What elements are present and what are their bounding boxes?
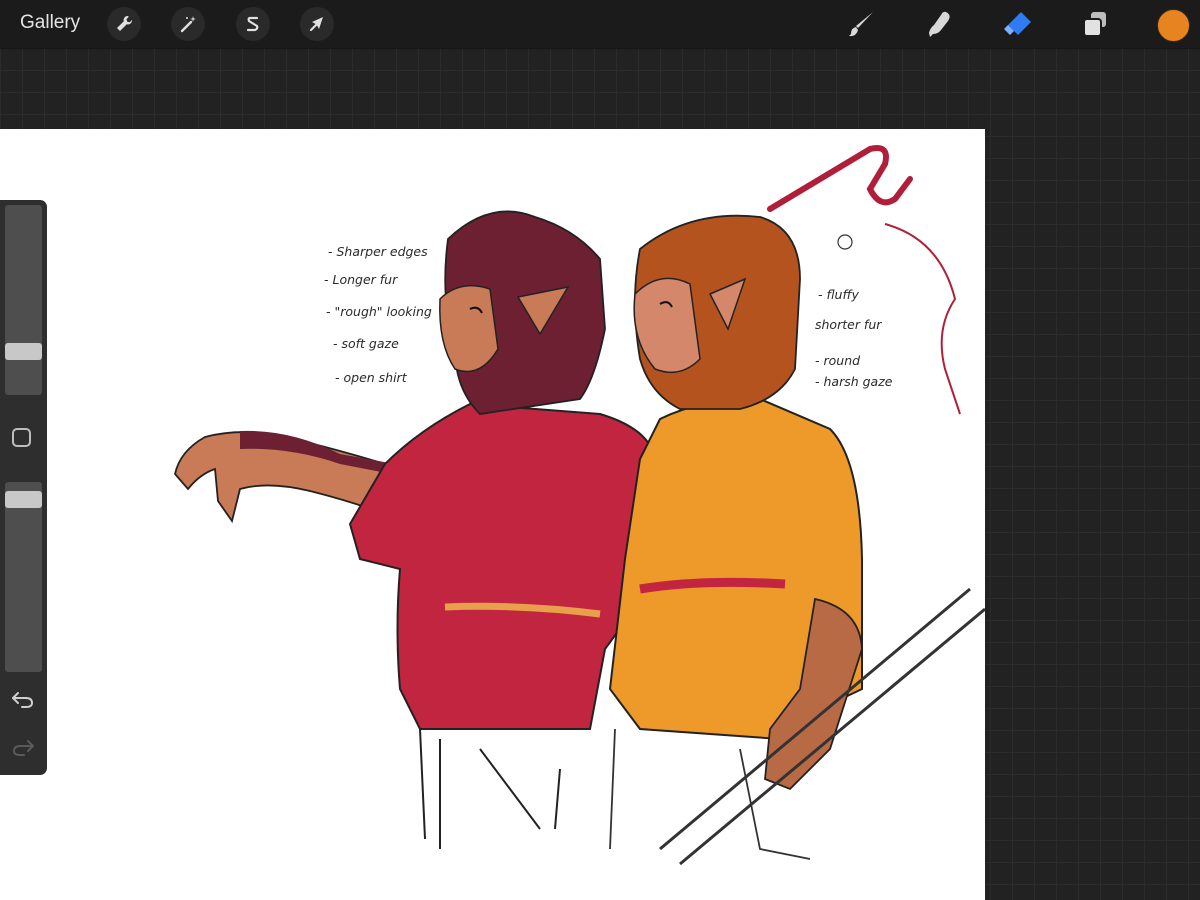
brush-size-slider[interactable] bbox=[5, 205, 42, 395]
wrench-icon bbox=[117, 15, 133, 31]
drawing-canvas[interactable]: - Sharper edges - Longer fur - "rough" l… bbox=[0, 129, 985, 900]
note-left-2: - "rough" looking bbox=[326, 304, 432, 319]
transform-button[interactable] bbox=[300, 7, 334, 41]
notes-right: - fluffy shorter fur - round - harsh gaz… bbox=[815, 287, 893, 389]
smudge-tool-button[interactable] bbox=[921, 7, 957, 41]
notes-left: - Sharper edges - Longer fur - "rough" l… bbox=[324, 244, 432, 385]
right-character-sketch bbox=[608, 145, 985, 866]
eraser-tool-button[interactable] bbox=[1000, 7, 1036, 41]
note-right-0: - fluffy bbox=[818, 287, 860, 302]
modify-square-icon[interactable] bbox=[12, 428, 31, 447]
note-left-1: - Longer fur bbox=[324, 272, 398, 287]
adjustments-button[interactable] bbox=[171, 7, 205, 41]
redo-icon[interactable] bbox=[10, 736, 36, 758]
eraser-icon bbox=[1004, 12, 1031, 35]
brush-icon bbox=[849, 12, 873, 37]
note-right-1: shorter fur bbox=[815, 317, 882, 332]
layers-icon bbox=[1083, 12, 1106, 37]
note-right-3: - harsh gaze bbox=[815, 374, 893, 389]
selection-icon bbox=[246, 16, 259, 32]
magic-wand-icon bbox=[180, 16, 196, 33]
opacity-thumb[interactable] bbox=[5, 490, 42, 508]
brush-tool-button[interactable] bbox=[843, 7, 879, 41]
artwork: - Sharper edges - Longer fur - "rough" l… bbox=[174, 145, 985, 866]
left-sidebar bbox=[0, 200, 47, 775]
opacity-slider[interactable] bbox=[5, 482, 42, 672]
transform-arrow-icon bbox=[309, 17, 323, 32]
note-right-2: - round bbox=[815, 353, 860, 368]
selection-button[interactable] bbox=[236, 7, 270, 41]
gallery-button[interactable]: Gallery bbox=[20, 12, 80, 34]
actions-button[interactable] bbox=[107, 7, 141, 41]
brush-size-thumb[interactable] bbox=[5, 343, 42, 361]
color-picker-button[interactable] bbox=[1157, 9, 1190, 42]
smudge-icon bbox=[929, 11, 950, 38]
note-left-0: - Sharper edges bbox=[328, 244, 428, 259]
layers-button[interactable] bbox=[1077, 7, 1113, 41]
note-left-4: - open shirt bbox=[335, 370, 408, 385]
top-toolbar: Gallery bbox=[0, 0, 1200, 49]
note-left-3: - soft gaze bbox=[333, 336, 399, 351]
undo-icon[interactable] bbox=[10, 688, 36, 710]
